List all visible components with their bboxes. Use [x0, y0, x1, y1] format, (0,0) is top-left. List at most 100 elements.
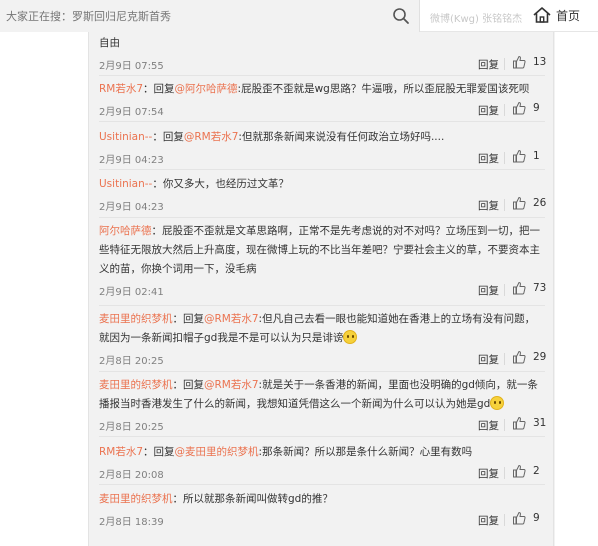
separator [504, 514, 505, 526]
comment-time: 2月8日 20:25 [99, 356, 164, 367]
comment-panel: 自由 2月9日 07:55 回复 13 RM若水7：回复@阿尔哈萨德:屁股歪不歪… [88, 32, 554, 546]
mention-link[interactable]: @阿尔哈萨德 [175, 83, 238, 95]
home-link[interactable]: 首页 [530, 4, 581, 26]
separator [504, 199, 505, 211]
comment-username[interactable]: RM若水7 [99, 83, 143, 95]
comment-body: ：屁股歪不歪就是文革思路啊，正常不是先考虑说的对不对吗？立场压到一切，把一些特征… [99, 225, 540, 275]
thumbs-up-icon [513, 149, 526, 163]
like-count: 13 [533, 56, 547, 68]
like-button[interactable]: 1 [512, 149, 540, 163]
reply-prefix: ：回复 [143, 83, 175, 95]
separator [504, 58, 505, 70]
thumbs-up-icon [513, 101, 526, 115]
comment-username[interactable]: Usitinian-- [99, 131, 152, 143]
top-bar: 微博(Kwg) 张铭铭杰 首页 [0, 0, 598, 32]
smile-emoji-icon [343, 330, 358, 344]
reply-button[interactable]: 回复 [478, 513, 499, 528]
reply-button[interactable]: 回复 [478, 283, 499, 298]
separator [504, 353, 505, 365]
like-button[interactable]: 13 [512, 55, 546, 69]
search-box [0, 0, 420, 32]
reply-button[interactable]: 回复 [478, 151, 499, 166]
comment-meta: 2月8日 18:39 回复 9 [99, 511, 545, 531]
search-input[interactable] [6, 6, 376, 26]
comment-item: 麦田里的织梦机：回复@RM若水7:但凡自己去看一眼也能知道她在香港上的立场有没有… [99, 310, 546, 370]
comment-item: RM若水7：回复@阿尔哈萨德:屁股歪不歪就是wg思路？牛逼哦，所以歪屁股无罪爱国… [99, 80, 545, 121]
comment-meta: 2月9日 04:23 回复 1 [99, 149, 545, 169]
comment-username[interactable]: Usitinian-- [99, 178, 152, 190]
comment-username[interactable]: 麦田里的织梦机 [99, 493, 173, 505]
comment-meta: 2月8日 20:25 回复 31 [99, 416, 546, 436]
like-button[interactable]: 9 [512, 101, 540, 115]
search-icon[interactable] [392, 7, 410, 25]
home-icon [533, 7, 551, 23]
divider [99, 371, 545, 372]
divider [99, 75, 545, 76]
thumbs-up-icon [513, 511, 526, 525]
like-count: 9 [533, 102, 540, 114]
comment-username[interactable]: 阿尔哈萨德 [99, 225, 152, 237]
reply-button[interactable]: 回复 [478, 103, 499, 118]
comment-text: 麦田里的织梦机：回复@RM若水7:就是关于一条香港的新闻，里面也没明确的gd倾向… [99, 376, 545, 414]
smile-emoji-icon [490, 396, 505, 410]
like-count: 1 [533, 150, 540, 162]
reply-button[interactable]: 回复 [478, 57, 499, 72]
comment-body: ：所以就那条新闻叫做转gd的推？ [172, 493, 333, 505]
comment-meta: 2月9日 07:54 回复 9 [99, 101, 545, 121]
divider [99, 217, 545, 218]
like-button[interactable]: 9 [512, 511, 540, 525]
comment-time: 2月9日 04:23 [99, 155, 164, 166]
comment-username[interactable]: 麦田里的织梦机 [99, 379, 173, 391]
comment-body: :那条新闻？所以那是条什么新闻？心里有数吗 [258, 446, 473, 458]
comment-meta: 2月9日 04:23 回复 26 [99, 196, 546, 216]
reply-prefix: ：回复 [143, 446, 175, 458]
mention-link[interactable]: @RM若水7 [204, 379, 259, 391]
like-button[interactable]: 73 [512, 281, 546, 295]
divider [99, 436, 545, 437]
comment-item: RM若水7：回复@麦田里的织梦机:那条新闻？所以那是条什么新闻？心里有数吗 2月… [99, 443, 545, 484]
like-count: 9 [533, 512, 540, 524]
comment-text: 麦田里的织梦机：所以就那条新闻叫做转gd的推？ [99, 490, 545, 509]
mention-link[interactable]: @麦田里的织梦机 [175, 446, 259, 458]
separator [504, 284, 505, 296]
mention-link[interactable]: @RM若水7 [204, 313, 259, 325]
comment-text: RM若水7：回复@阿尔哈萨德:屁股歪不歪就是wg思路？牛逼哦，所以歪屁股无罪爱国… [99, 80, 545, 99]
like-button[interactable]: 31 [512, 416, 546, 430]
mention-link[interactable]: @RM若水7 [184, 131, 239, 143]
separator [504, 152, 505, 164]
reply-button[interactable]: 回复 [478, 466, 499, 481]
comment-time: 2月8日 20:25 [99, 422, 164, 433]
comment-text: Usitinian--：你又多大，也经历过文革？ [99, 175, 545, 194]
thumbs-up-icon [513, 196, 526, 210]
like-button[interactable]: 26 [512, 196, 546, 210]
thumbs-up-icon [513, 350, 526, 364]
comment-item: 自由 2月9日 07:55 回复 13 [99, 34, 546, 75]
like-count: 26 [533, 197, 547, 209]
comment-body: :但就那条新闻来说没有任何政治立场好吗.... [238, 131, 445, 143]
comment-username[interactable]: RM若水7 [99, 446, 143, 458]
divider [99, 169, 545, 170]
comment-time: 2月9日 07:55 [99, 61, 164, 72]
thumbs-up-icon [513, 464, 526, 478]
comment-meta: 2月8日 20:08 回复 2 [99, 464, 545, 484]
comment-item: 麦田里的织梦机：回复@RM若水7:就是关于一条香港的新闻，里面也没明确的gd倾向… [99, 376, 546, 436]
like-button[interactable]: 29 [512, 350, 546, 364]
reply-button[interactable]: 回复 [478, 352, 499, 367]
comment-text: Usitinian--：回复@RM若水7:但就那条新闻来说没有任何政治立场好吗.… [99, 128, 545, 147]
comment-username[interactable]: 麦田里的织梦机 [99, 313, 173, 325]
reply-button[interactable]: 回复 [478, 418, 499, 433]
reply-button[interactable]: 回复 [478, 198, 499, 213]
thumbs-up-icon [513, 281, 526, 295]
like-count: 73 [533, 282, 547, 294]
separator [504, 467, 505, 479]
reply-prefix: ：回复 [172, 313, 205, 325]
comment-time: 2月8日 20:08 [99, 470, 164, 481]
comment-text: 阿尔哈萨德：屁股歪不歪就是文革思路啊，正常不是先考虑说的对不对吗？立场压到一切，… [99, 222, 545, 279]
comment-time: 2月9日 04:23 [99, 202, 164, 213]
separator [504, 104, 505, 116]
like-button[interactable]: 2 [512, 464, 540, 478]
thumbs-up-icon [513, 416, 526, 430]
comment-item: Usitinian--：你又多大，也经历过文革？ 2月9日 04:23 回复 2… [99, 175, 546, 216]
comment-meta: 2月9日 02:41 回复 73 [99, 281, 546, 301]
like-count: 31 [533, 417, 547, 429]
